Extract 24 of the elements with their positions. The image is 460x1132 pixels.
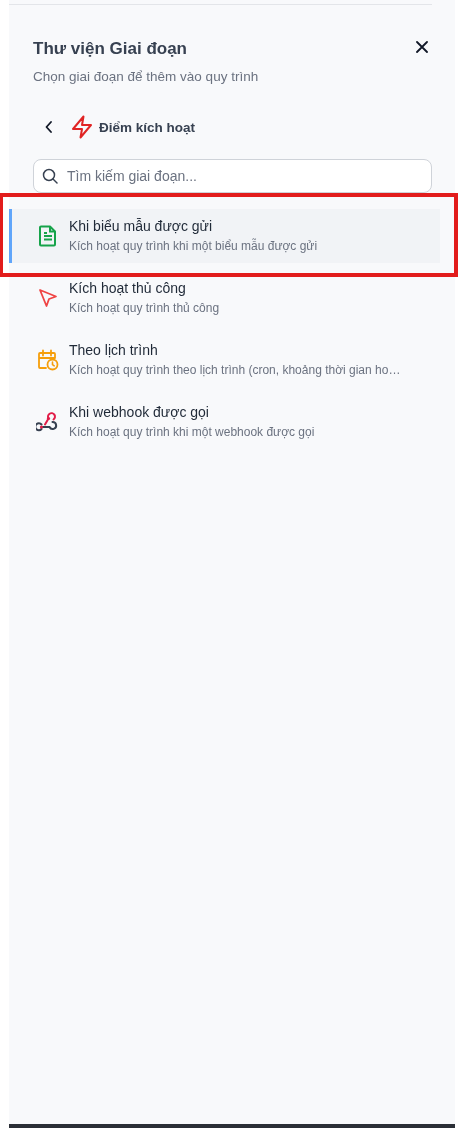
stage-description: Kích hoạt quy trình theo lịch trình (cron, khoảng thời gian ho… [69, 362, 401, 379]
close-button[interactable] [413, 38, 431, 56]
calendar-clock-icon [37, 349, 59, 371]
stage-item[interactable]: Khi webhook được gọi Kích hoạt quy trình khi một webhook được gọi [9, 395, 440, 449]
stage-title: Khi webhook được gọi [69, 403, 210, 422]
close-icon [416, 41, 428, 53]
stage-item[interactable]: Kích hoạt thủ công Kích hoạt quy trình thủ công [9, 271, 440, 325]
webhook-icon [36, 411, 60, 433]
lightning-icon [71, 115, 93, 139]
stage-description: Kích hoạt quy trình khi một biểu mẫu được gửi [69, 238, 318, 255]
back-icon [45, 121, 53, 133]
stage-item[interactable]: Khi biểu mẫu được gửi Kích hoạt quy trình khi một biểu mẫu được gửi [9, 209, 440, 263]
stage-description: Kích hoạt quy trình khi một webhook được gọi [69, 424, 315, 441]
stage-description: Kích hoạt quy trình thủ công [69, 300, 220, 317]
cursor-icon [38, 288, 58, 308]
document-icon [38, 225, 58, 247]
category-title: Điểm kích hoạt [99, 119, 196, 135]
stage-title: Khi biểu mẫu được gửi [69, 217, 214, 236]
stage-title: Kích hoạt thủ công [69, 279, 187, 298]
stage-title: Theo lịch trình [69, 341, 159, 360]
stage-item[interactable]: Theo lịch trình Kích hoạt quy trình theo lịch trình (cron, khoảng thời gian ho… [9, 333, 440, 387]
search-field[interactable]: Tìm kiếm giai đoạn... [33, 159, 432, 193]
panel-subtitle: Chọn giai đoạn để thêm vào quy trình [33, 68, 259, 86]
panel-title: Thư viện Giai đoạn [33, 38, 188, 60]
